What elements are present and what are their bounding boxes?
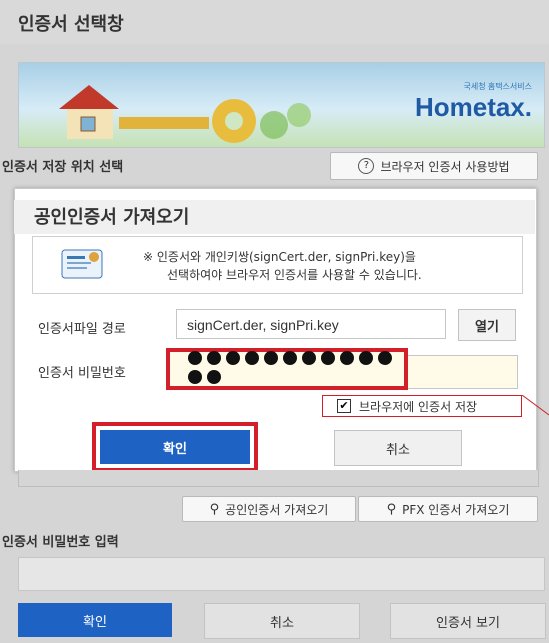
footer-confirm-button[interactable]: 확인 [18,603,172,637]
file-path-input[interactable]: signCert.der, signPri.key [176,309,446,339]
browser-cert-help-button[interactable]: ? 브라우저 인증서 사용방법 [330,152,538,180]
import-cert-label: 공인인증서 가져오기 [225,502,329,517]
password-mask-dot [207,370,221,384]
password-mask-dot [226,351,240,365]
password-mask-dot [359,351,373,365]
password-dots [188,350,404,388]
password-mask-dot [283,351,297,365]
password-entry-label: 인증서 비밀번호 입력 [2,535,119,550]
password-mask-dot [264,351,278,365]
password-mask-dot [188,370,202,384]
cert-list-frame [18,470,539,487]
annotation-pointer-line [522,395,549,416]
house-key-illustration [59,85,311,143]
help-icon: ? [358,158,375,174]
save-to-browser-checkbox[interactable]: ✔ [337,399,351,413]
search-icon: ⚲ [209,501,220,517]
import-confirm-button[interactable]: 확인 [100,430,250,464]
browser-cert-help-label: 브라우저 인증서 사용방법 [380,159,510,174]
info-line-2: 선택하여야 브라우저 인증서를 사용할 수 있습니다. [167,268,422,282]
info-line-1: ※ 인증서와 개인키쌍(signCert.der, signPri.key)을 [143,250,416,264]
certificate-icon [61,249,103,279]
password-mask-dot [321,351,335,365]
password-mask-dot [302,351,316,365]
footer-cancel-button[interactable]: 취소 [204,603,360,639]
password-mask-dot [207,351,221,365]
search-icon: ⚲ [386,501,397,517]
import-pfx-button[interactable]: ⚲ PFX 인증서 가져오기 [358,496,538,522]
location-label: 인증서 저장 위치 선택 [2,160,124,175]
save-to-browser-label: 브라우저에 인증서 저장 [359,399,478,414]
import-cert-button[interactable]: ⚲ 공인인증서 가져오기 [182,496,356,522]
window-title: 인증서 선택창 [18,14,124,35]
import-pfx-label: PFX 인증서 가져오기 [402,502,510,517]
password-mask-dot [340,351,354,365]
file-path-label: 인증서파일 경로 [38,322,126,337]
password-entry-input[interactable] [18,557,545,591]
hometax-logo: 국세청 홈택스서비스 Hometax. [414,82,532,122]
view-cert-button[interactable]: 인증서 보기 [390,603,546,639]
password-input[interactable] [166,348,408,390]
password-mask-dot [245,351,259,365]
password-label: 인증서 비밀번호 [38,366,126,381]
password-mask-dot [188,351,202,365]
save-to-browser-option[interactable]: ✔ 브라우저에 인증서 저장 [322,395,522,417]
info-notice: ※ 인증서와 개인키쌍(signCert.der, signPri.key)을 … [32,236,523,294]
open-file-button[interactable]: 열기 [458,309,516,341]
import-cancel-button[interactable]: 취소 [334,430,462,466]
import-dialog-title: 공인인증서 가져오기 [34,207,190,228]
password-mask-dot [378,351,392,365]
hometax-banner: 국세청 홈택스서비스 Hometax. [18,62,545,148]
